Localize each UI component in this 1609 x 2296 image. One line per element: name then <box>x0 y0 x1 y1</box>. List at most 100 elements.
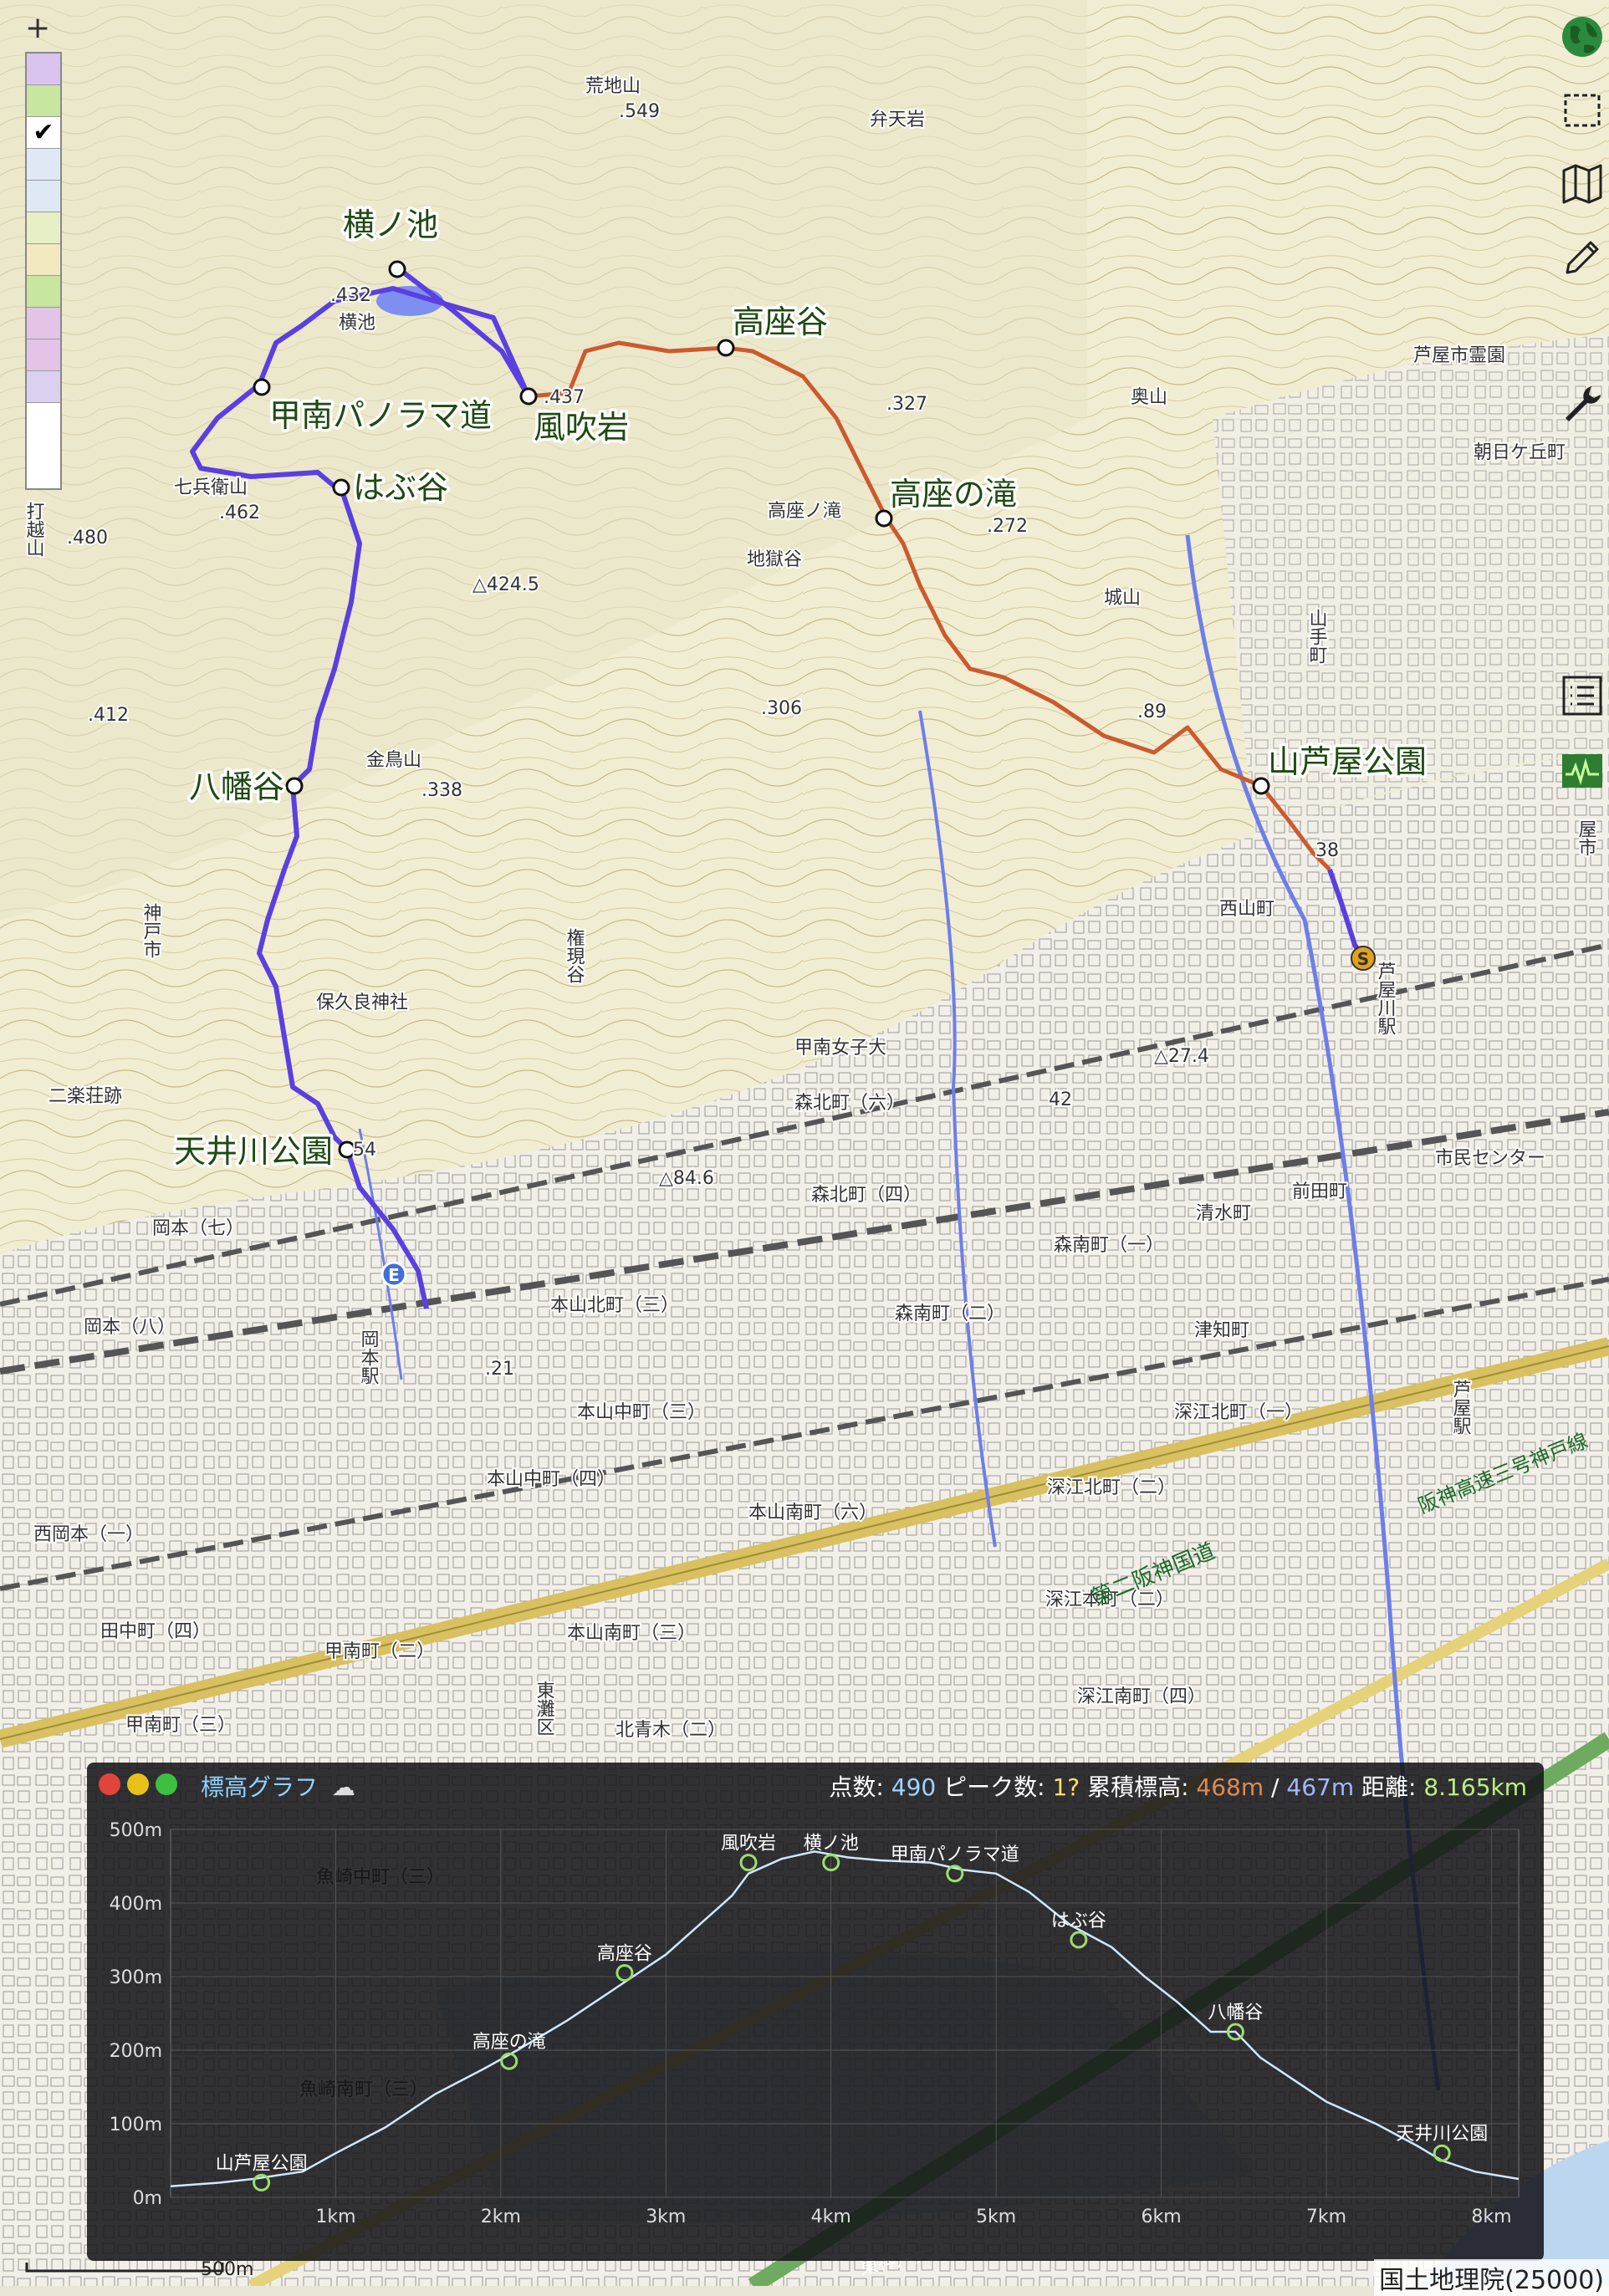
map-label-ashiya-city: 屋市 <box>1576 819 1597 856</box>
elevation-graph-panel[interactable]: 標高グラフ ☁ 点数: 490 ピーク数: 1? 累積標高: 468m / 46… <box>87 1763 1544 2261</box>
map-label-shiroyama: 城山 <box>1104 588 1141 609</box>
map-label-mt-arachi: 荒地山 <box>585 76 641 97</box>
map-label-konan2: 甲南町（二） <box>324 1641 435 1662</box>
waypoint-label: 高座の滝 <box>890 476 1017 513</box>
map-label-konan3: 甲南町（三） <box>125 1715 236 1736</box>
waypoint-label: 横ノ池 <box>343 207 438 243</box>
map-label-elev-424: △424.5 <box>472 574 539 595</box>
map-label-morikita-6: 森北町（六） <box>794 1093 905 1114</box>
map-label-morikita-4: 森北町（四） <box>811 1185 922 1206</box>
start-marker-letter: S <box>1357 949 1369 969</box>
waypoint-marker[interactable] <box>388 260 406 278</box>
zoom-level-strip[interactable]: ✔ <box>25 52 62 490</box>
y-tick-label: 300m <box>110 1967 162 1988</box>
elevation-marker-label: 山芦屋公園 <box>216 2153 308 2174</box>
elevation-marker-label: 高座の滝 <box>472 2032 546 2053</box>
waypoint-marker[interactable] <box>332 478 350 497</box>
waypoint-marker[interactable] <box>519 387 538 406</box>
map-label-okamoto-8: 岡本（八） <box>84 1317 176 1338</box>
map-label-ashiya-cemetery: 芦屋市霊園 <box>1413 345 1505 366</box>
elevation-marker-label: はぶ谷 <box>1051 1911 1106 1931</box>
map-label-elev-412: .412 <box>88 705 129 726</box>
x-tick-label: 4km <box>811 2207 851 2227</box>
waypoint-label: 天井川公園 <box>174 1133 333 1170</box>
globe-icon[interactable] <box>1555 10 1609 64</box>
map-label-elev-38: 38 <box>1315 840 1339 861</box>
elevation-marker-label: 八幡谷 <box>1208 2003 1263 2023</box>
map-label-okamoto-7: 岡本（七） <box>152 1218 244 1239</box>
y-tick-label: 500m <box>110 1820 162 1841</box>
elevation-profile-line <box>170 1850 1520 2188</box>
map-label-maeda: 前田町 <box>1292 1181 1347 1202</box>
waypoint-marker[interactable] <box>253 378 271 396</box>
map-label-honzanminami3: 本山南町（三） <box>567 1623 696 1644</box>
checkmark-icon: ✔ <box>27 117 60 149</box>
map-label-elev-42: 42 <box>1049 1089 1072 1110</box>
elevation-marker-label: 風吹岩 <box>721 1834 776 1855</box>
zoom-plus-button[interactable]: + <box>25 12 50 45</box>
map-label-nirakuso: 二楽荘跡 <box>49 1086 122 1107</box>
elevation-marker[interactable] <box>1070 1931 1088 1949</box>
map-label-elev-338: .338 <box>421 780 462 801</box>
map-label-yamate: 山手町 <box>1306 609 1327 664</box>
map-label-elev-306: .306 <box>761 698 802 719</box>
map-label-fukaekita1: 深江北町（一） <box>1174 1402 1303 1423</box>
map-label-elev-21: .21 <box>485 1359 514 1380</box>
map-credit: 国土地理院(25000) <box>1374 2259 1609 2296</box>
x-tick-label: 7km <box>1306 2207 1346 2227</box>
map-icon[interactable] <box>1555 157 1609 211</box>
map-label-koza-no-taki: 高座ノ滝 <box>768 501 841 522</box>
elevation-icon[interactable] <box>1555 744 1609 798</box>
elevation-marker[interactable] <box>739 1854 758 1872</box>
map-label-ashiya-station: 芦屋駅 <box>1450 1380 1472 1435</box>
map-label-jigokudani: 地獄谷 <box>747 549 802 570</box>
wrench-icon[interactable] <box>1555 376 1609 430</box>
waypoint-label: 甲南パノラマ道 <box>269 397 492 434</box>
map-label-nishiyama: 西山町 <box>1219 899 1274 920</box>
map-label-honzannaka4: 本山中町（四） <box>487 1469 616 1490</box>
scale-label: 500m <box>201 2259 254 2280</box>
waypoint-label: 風吹岩 <box>534 409 629 446</box>
map-label-ashiyagawa-station: 芦屋川駅 <box>1375 962 1397 1035</box>
map-label-higashinada: 東灘区 <box>534 1681 555 1736</box>
map-label-honzannaka3: 本山中町（三） <box>577 1402 706 1423</box>
map-label-shichibei: 七兵衛山 <box>174 477 248 498</box>
map-label-elev-84: △84.6 <box>659 1168 714 1189</box>
x-tick-label: 1km <box>315 2207 355 2227</box>
waypoint-label: 山芦屋公園 <box>1268 743 1427 780</box>
elevation-marker[interactable] <box>1433 2144 1451 2162</box>
y-tick-label: 400m <box>110 1894 162 1915</box>
y-tick-label: 0m <box>133 2188 162 2209</box>
x-tick-label: 8km <box>1471 2207 1511 2227</box>
map-label-elev-272: .272 <box>987 516 1028 537</box>
elevation-marker-label: 横ノ池 <box>804 1834 859 1855</box>
elevation-marker-label: 高座谷 <box>597 1944 652 1965</box>
map-label-okamoto-station: 岡本駅 <box>358 1329 380 1385</box>
x-tick-label: 5km <box>976 2207 1016 2227</box>
waypoint-marker[interactable] <box>285 777 304 795</box>
waypoint-marker[interactable] <box>717 339 735 357</box>
elevation-marker[interactable] <box>616 1964 634 1982</box>
map-label-elev-432: .432 <box>330 285 371 306</box>
pencil-icon[interactable] <box>1555 231 1609 284</box>
map-label-elev-480: .480 <box>67 528 108 548</box>
waypoint-marker[interactable] <box>875 509 893 528</box>
map-label-elev-27: △27.4 <box>1154 1046 1209 1067</box>
x-tick-label: 3km <box>646 2207 686 2227</box>
elevation-chart[interactable]: 0m 100m 200m 300m 400m 500m 1km 2km 3km 4km 5km 6km… <box>87 1763 1544 2261</box>
map-label-elev-462: .462 <box>219 503 260 523</box>
map-label-elev-54: 54 <box>353 1140 376 1161</box>
map-label-honzanminami6: 本山南町（六） <box>748 1503 877 1523</box>
waypoint-label: 八幡谷 <box>189 768 284 805</box>
map-label-elev-549: .549 <box>619 101 660 122</box>
y-tick-label: 100m <box>110 2115 162 2135</box>
map-label-nishiokamoto1: 西岡本（一） <box>33 1524 144 1545</box>
map-label-gongendani: 権現谷 <box>564 928 585 983</box>
waypoint-marker[interactable] <box>1252 777 1270 795</box>
map-label-morimina-1: 森南町（一） <box>1054 1235 1164 1256</box>
map-label-shimizu: 清水町 <box>1196 1203 1251 1224</box>
list-icon[interactable] <box>1555 669 1609 722</box>
scale-bar: 500m <box>25 2259 253 2288</box>
select-area-icon[interactable] <box>1555 84 1609 137</box>
map-label-kobe-city: 神戸市 <box>140 903 162 958</box>
